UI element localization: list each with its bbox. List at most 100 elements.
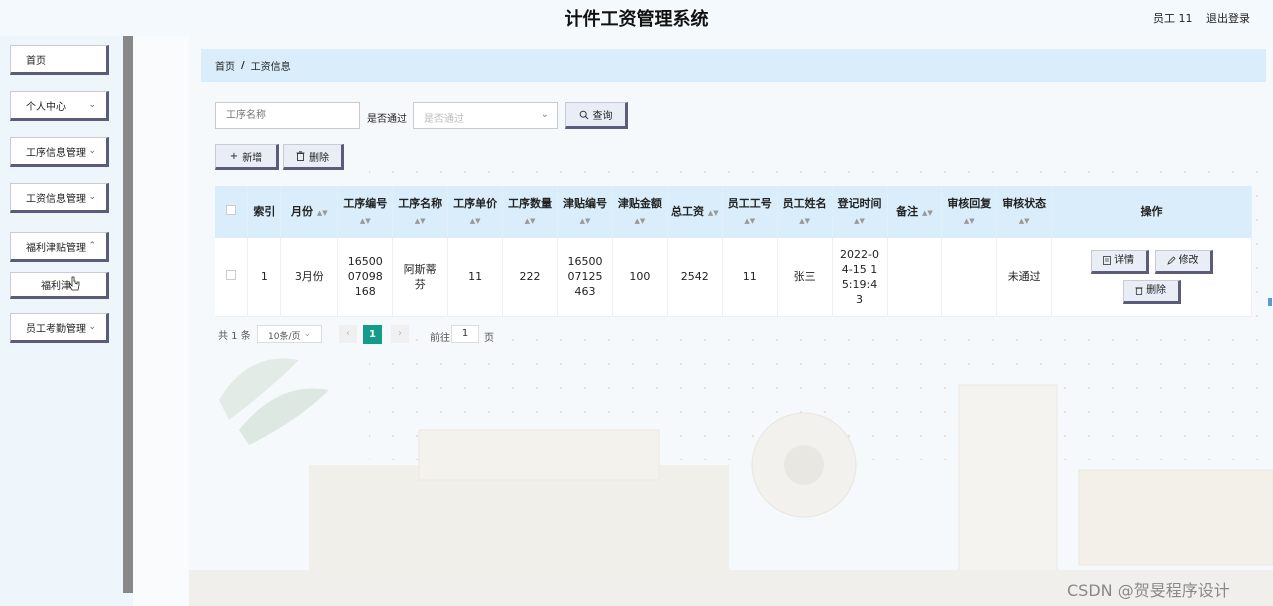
- prev-page-button[interactable]: ‹: [339, 325, 357, 343]
- column-header[interactable]: 工序编号 ▲▼: [337, 186, 394, 238]
- query-button-label: 查询: [592, 111, 613, 122]
- search-icon: [579, 110, 588, 119]
- column-header-label: 操作: [1140, 205, 1163, 218]
- plus-icon: +: [229, 150, 239, 162]
- next-page-button[interactable]: ›: [391, 325, 409, 343]
- column-header[interactable]: 员工工号 ▲▼: [722, 186, 778, 238]
- column-header-label: 员工姓名: [782, 196, 827, 210]
- cell-review-reply: [941, 238, 998, 317]
- breadcrumb-home[interactable]: 首页: [215, 58, 235, 73]
- process-name-search-input[interactable]: [215, 102, 360, 129]
- sidebar-item-attendance[interactable]: 员工考勤管理 ⌄: [10, 313, 109, 343]
- cell-allowance-amount: 100: [612, 238, 668, 317]
- column-header-label: 工序名称: [398, 196, 443, 210]
- cell-operations: 详情 修改 删除: [1051, 238, 1252, 317]
- pass-filter-select[interactable]: 是否通过 ⌄: [413, 102, 558, 129]
- goto-page-input[interactable]: 1: [451, 325, 479, 343]
- hand-cursor-icon: [68, 276, 80, 291]
- column-header[interactable]: 备注 ▲▼: [887, 186, 943, 238]
- column-header[interactable]: 审核状态 ▲▼: [996, 186, 1053, 238]
- column-header[interactable]: 工序数量 ▲▼: [502, 186, 558, 238]
- sort-icon[interactable]: ▲▼: [964, 217, 975, 225]
- column-header[interactable]: 登记时间 ▲▼: [832, 186, 888, 238]
- query-button[interactable]: 查询: [565, 102, 628, 129]
- edit-button[interactable]: 修改: [1154, 249, 1213, 274]
- sort-icon[interactable]: ▲▼: [799, 217, 810, 225]
- chevron-down-icon: ⌄: [540, 109, 549, 120]
- sort-icon[interactable]: ▲▼: [635, 217, 646, 225]
- chevron-down-icon: ⌄: [88, 322, 96, 332]
- sidebar-item-welfare[interactable]: 福利津贴管理 ⌃: [10, 232, 109, 262]
- add-button[interactable]: + 新增: [215, 144, 279, 170]
- column-header-label: 月份: [291, 204, 313, 218]
- sort-icon[interactable]: ▲▼: [744, 217, 755, 225]
- column-header[interactable]: 员工姓名 ▲▼: [777, 186, 833, 238]
- sort-icon[interactable]: ▲▼: [360, 217, 371, 225]
- column-header[interactable]: 津贴金额 ▲▼: [612, 186, 668, 238]
- sidebar-subitem-welfare[interactable]: 福利津: [10, 272, 109, 299]
- sort-icon[interactable]: ▲▼: [470, 217, 481, 225]
- page-size-select[interactable]: 10条/页 ⌄: [257, 325, 322, 343]
- sort-icon[interactable]: ▲▼: [580, 217, 591, 225]
- detail-button[interactable]: 详情: [1090, 249, 1149, 274]
- cell-process-no: 1650007098168: [337, 238, 394, 317]
- goto-unit: 页: [484, 333, 494, 344]
- pass-filter-label: 是否通过: [367, 114, 407, 125]
- row-delete-button[interactable]: 删除: [1122, 279, 1181, 304]
- chevron-down-icon: ⌄: [88, 192, 96, 202]
- sidebar-scrollbar[interactable]: [123, 36, 133, 593]
- sort-icon[interactable]: ▲▼: [1019, 217, 1030, 225]
- logout-link[interactable]: 退出登录: [1206, 10, 1250, 26]
- chevron-up-icon: ⌃: [88, 241, 96, 251]
- sidebar-subitem-label: 福利津: [41, 281, 71, 292]
- sidebar-item-home[interactable]: 首页: [10, 45, 109, 75]
- cell-allowance-no: 1650007125463: [557, 238, 613, 317]
- column-header-label: 总工资: [670, 204, 704, 218]
- column-header[interactable]: 总工资 ▲▼: [667, 186, 723, 238]
- trash-icon: [296, 151, 305, 161]
- select-all-checkbox-cell[interactable]: [215, 186, 249, 238]
- batch-delete-button[interactable]: 删除: [283, 144, 344, 170]
- watermark: CSDN @贺旻程序设计: [1067, 581, 1230, 600]
- page-size-label: 10条/页: [268, 332, 301, 342]
- sort-icon[interactable]: ▲▼: [525, 217, 536, 225]
- sort-icon[interactable]: ▲▼: [708, 209, 719, 217]
- sidebar-item-personal-center[interactable]: 个人中心 ⌄: [10, 91, 109, 121]
- edit-button-label: 修改: [1178, 255, 1199, 267]
- column-header[interactable]: 工序单价 ▲▼: [447, 186, 504, 238]
- sidebar-item-label: 员工考勤管理: [26, 323, 86, 335]
- sort-icon[interactable]: ▲▼: [317, 209, 328, 217]
- cell-reg-time: 2022-04-15 15:19:43: [832, 238, 888, 317]
- column-header[interactable]: 审核回复 ▲▼: [941, 186, 998, 238]
- sort-icon[interactable]: ▲▼: [922, 209, 933, 217]
- sidebar-gap: [133, 36, 189, 606]
- row-delete-button-label: 删除: [1146, 285, 1167, 297]
- pass-filter-placeholder: 是否通过: [424, 114, 464, 125]
- cell-process-name: 阿斯蒂芬: [392, 238, 449, 317]
- column-header-label: 员工工号: [727, 196, 772, 210]
- chevron-down-icon: ⌄: [88, 146, 96, 156]
- column-header[interactable]: 津贴编号 ▲▼: [557, 186, 613, 238]
- column-header-label: 津贴金额: [617, 196, 662, 210]
- cell-process-name-text: 阿斯蒂芬: [403, 262, 437, 291]
- wage-table: 索引 月份 ▲▼ 工序编号 ▲▼ 工序名称 ▲▼ 工序单价 ▲▼ 工序数量 ▲▼…: [215, 186, 1252, 317]
- edge-marker: [1268, 298, 1272, 306]
- row-checkbox[interactable]: [226, 270, 237, 281]
- column-header-label: 津贴编号: [562, 196, 607, 210]
- row-checkbox-cell[interactable]: [215, 238, 249, 317]
- column-header-label: 登记时间: [837, 196, 882, 210]
- cell-emp-name: 张三: [777, 238, 833, 317]
- page-number-current[interactable]: 1: [363, 325, 382, 344]
- app-title: 计件工资管理系统: [564, 9, 709, 30]
- sidebar-item-process-info[interactable]: 工序信息管理 ⌄: [10, 137, 109, 167]
- sort-icon[interactable]: ▲▼: [415, 217, 426, 225]
- select-all-checkbox[interactable]: [226, 205, 237, 215]
- column-header[interactable]: 工序名称 ▲▼: [392, 186, 449, 238]
- cell-emp-no: 11: [722, 238, 778, 317]
- column-header[interactable]: 月份 ▲▼: [280, 186, 339, 238]
- sidebar-item-wage-info[interactable]: 工资信息管理 ⌄: [10, 183, 109, 213]
- column-header-label: 工序数量: [508, 196, 553, 210]
- sort-icon[interactable]: ▲▼: [854, 217, 865, 225]
- detail-button-label: 详情: [1114, 255, 1135, 267]
- column-header-label: 备注: [896, 204, 919, 218]
